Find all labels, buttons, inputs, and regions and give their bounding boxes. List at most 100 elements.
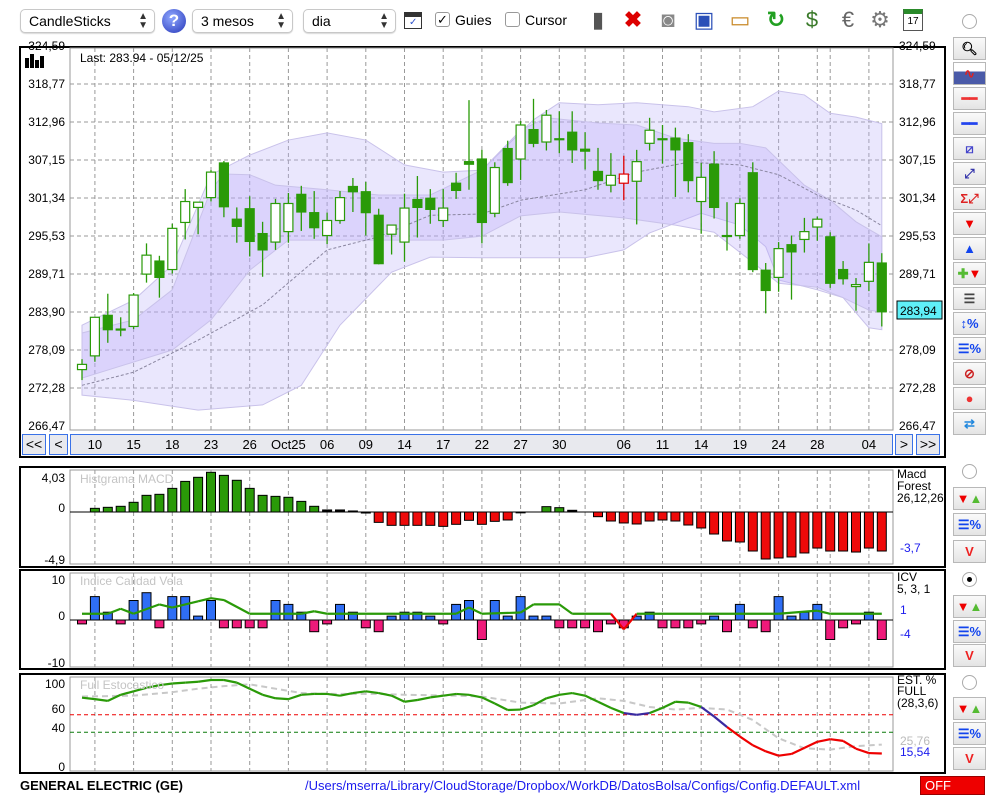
candle-body <box>631 161 642 182</box>
date-axis-label: 19 <box>733 437 747 452</box>
candle-body <box>657 138 668 141</box>
candle-body <box>399 207 410 243</box>
price-axis-label-left: 312,96 <box>28 115 65 129</box>
macd-bar <box>851 511 861 553</box>
icv-axis-label: 10 <box>52 573 66 587</box>
macd-bar <box>541 506 552 513</box>
candle-body <box>451 182 462 192</box>
macd-bar <box>231 479 242 513</box>
chart-canvas[interactable]: 324,59 324,59 318,77 318,77 312,96 312,96 307,… <box>0 0 1000 800</box>
candle-body <box>283 202 294 233</box>
icv-bar <box>657 619 668 629</box>
candle-body <box>554 138 565 141</box>
macd-bar <box>296 500 307 513</box>
icv-bar <box>734 603 745 621</box>
icv-bar <box>825 619 836 640</box>
date-axis-label: 10 <box>88 437 102 452</box>
macd-bar <box>128 501 139 513</box>
price-axis-label-left: 272,28 <box>28 381 65 395</box>
icv-bar <box>683 619 694 629</box>
icv-bar <box>489 600 500 621</box>
candle-body <box>721 234 733 238</box>
icv-legend-2: 5, 3, 1 <box>897 582 931 596</box>
candle-body <box>683 142 694 182</box>
price-axis-label-right: 295,53 <box>899 229 936 243</box>
symbol-name: GENERAL ELECTRIC (GE) <box>20 778 183 793</box>
candle-body <box>579 148 591 152</box>
price-axis-label-left: 283,90 <box>28 305 65 319</box>
candle-body <box>708 163 720 209</box>
date-axis-label: 06 <box>617 437 631 452</box>
date-axis-label: 14 <box>694 437 708 452</box>
macd-bar <box>631 511 642 525</box>
price-axis-label-right: 318,77 <box>899 77 936 91</box>
stoch-legend-3: (28,3,6) <box>897 696 938 710</box>
status-off-badge[interactable]: OFF <box>920 776 985 795</box>
last-price-label: Last: 283.94 - 05/12/25 <box>80 51 204 65</box>
candle-body <box>128 294 139 328</box>
stoch-k-segment <box>301 692 315 696</box>
icv-bar <box>231 619 242 629</box>
last-price-value: 283,94 <box>900 304 937 318</box>
date-axis-label: Oct25 <box>271 437 306 452</box>
icv-bar <box>515 596 526 621</box>
macd-bar <box>322 509 333 513</box>
icv-bar <box>502 615 513 621</box>
candle-body <box>463 161 475 165</box>
candle-body <box>876 262 887 313</box>
candle-body <box>837 268 849 280</box>
date-axis-label: 09 <box>359 437 373 452</box>
candle-body <box>489 166 500 214</box>
candle-body <box>438 207 449 222</box>
icv-bar <box>709 615 720 621</box>
macd-bar <box>786 511 797 558</box>
macd-bar <box>115 505 126 513</box>
candle-body <box>515 124 526 160</box>
candle-body <box>644 129 655 144</box>
candle-body <box>502 147 513 184</box>
candle-body <box>734 202 746 237</box>
macd-bar <box>257 494 268 513</box>
icv-bar <box>593 619 603 633</box>
date-axis-label: 18 <box>165 437 179 452</box>
icv-bar <box>773 596 784 621</box>
candle-body <box>309 212 320 229</box>
price-axis-label-right: 301,34 <box>899 191 936 205</box>
candle-body <box>89 316 101 357</box>
icv-axis-label: 0 <box>58 609 65 623</box>
candle-body <box>373 214 384 265</box>
macd-bar <box>618 511 629 524</box>
stoch-axis-label: 40 <box>52 721 66 735</box>
macd-bar <box>554 507 565 513</box>
config-path-link[interactable]: /Users/mserra/Library/CloudStorage/Dropb… <box>305 778 860 793</box>
date-axis-label: 15 <box>126 437 140 452</box>
price-axis-label-right: 307,15 <box>899 153 936 167</box>
date-axis-label: 11 <box>656 437 670 452</box>
icv-axis-label: -10 <box>48 656 66 670</box>
icv-bar <box>244 619 255 629</box>
icv-bar <box>309 619 320 633</box>
candle-body <box>773 248 784 278</box>
macd-bar <box>696 511 707 529</box>
macd-axis-label: -4,9 <box>44 553 65 567</box>
macd-bar <box>799 511 810 554</box>
stoch-k-segment <box>675 700 689 704</box>
macd-bar <box>180 480 191 513</box>
candle-body <box>296 193 307 213</box>
price-axis-label-left: 289,71 <box>28 267 65 281</box>
icv-bar <box>77 619 87 625</box>
macd-bar <box>425 511 436 526</box>
icv-bar <box>747 619 758 629</box>
macd-bar <box>386 511 397 526</box>
candle-body <box>205 171 217 199</box>
macd-bar <box>876 511 887 552</box>
macd-bar <box>412 511 423 526</box>
macd-bar <box>567 509 578 513</box>
macd-bar <box>270 495 281 513</box>
candle-body <box>257 232 268 251</box>
price-axis-label-left: 278,09 <box>28 343 65 357</box>
candle-body <box>760 269 771 292</box>
icv-bar <box>180 596 191 621</box>
icv-bar <box>141 592 152 621</box>
macd-bar <box>722 511 732 542</box>
